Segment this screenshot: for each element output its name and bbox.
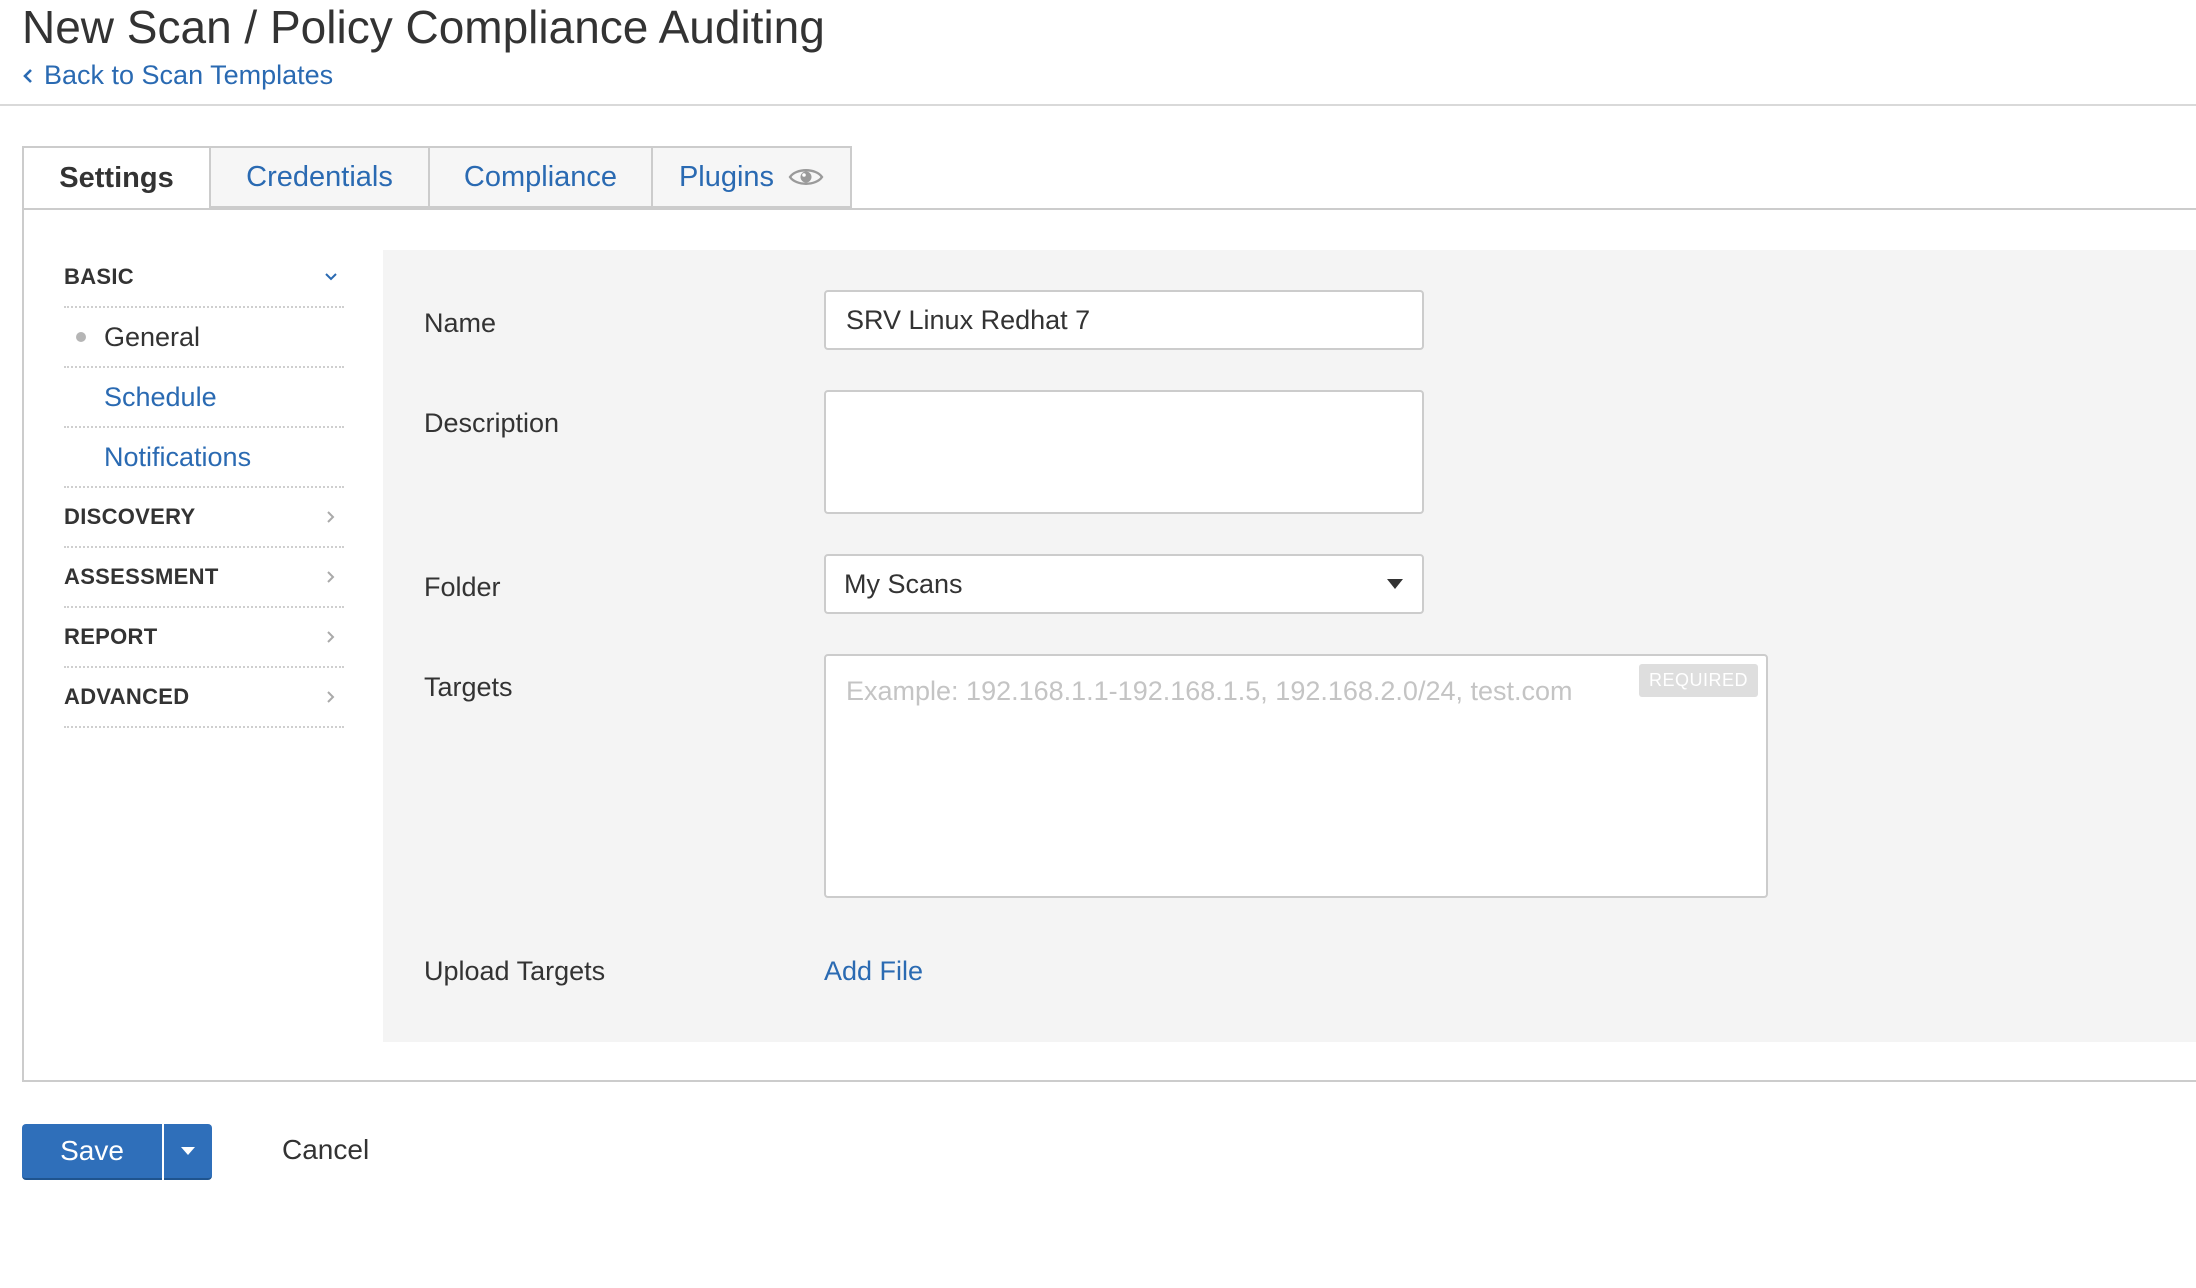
nav-item-notifications-label: Notifications [104, 441, 252, 472]
header-divider [0, 104, 2196, 106]
back-to-templates-link[interactable]: Back to Scan Templates [22, 60, 333, 91]
folder-select-value: My Scans [844, 568, 963, 599]
nav-section-label: BASIC [64, 264, 134, 289]
nav-section-label: DISCOVERY [64, 504, 196, 529]
required-badge: REQUIRED [1638, 664, 1758, 697]
save-button[interactable]: Save [22, 1124, 162, 1180]
current-item-dot-icon [76, 332, 86, 342]
tab-credentials[interactable]: Credentials [211, 146, 430, 208]
nav-section-label: ADVANCED [64, 684, 190, 709]
tab-bar: Settings Credentials Compliance Plugins [22, 146, 852, 210]
nav-section-label: REPORT [64, 624, 158, 649]
chevron-right-icon [327, 511, 335, 523]
targets-label: Targets [424, 672, 513, 702]
nav-section-advanced[interactable]: ADVANCED [64, 668, 344, 728]
page: New Scan / Policy Compliance Auditing Ba… [0, 0, 2196, 1288]
upload-targets-label: Upload Targets [424, 956, 606, 986]
back-link-label: Back to Scan Templates [44, 60, 334, 90]
nav-section-basic[interactable]: BASIC [64, 248, 344, 308]
name-label: Name [424, 308, 497, 338]
eye-icon[interactable] [788, 166, 824, 188]
chevron-right-icon [327, 691, 335, 703]
nav-section-report[interactable]: REPORT [64, 608, 344, 668]
page-title: New Scan / Policy Compliance Auditing [22, 1, 825, 53]
nav-section-assessment[interactable]: ASSESSMENT [64, 548, 344, 608]
tab-plugins-label: Plugins [678, 160, 775, 193]
name-input[interactable]: SRV Linux Redhat 7 [824, 290, 1424, 350]
tab-compliance-label: Compliance [463, 160, 618, 193]
chevron-left-icon [23, 68, 32, 83]
caret-down-icon [181, 1147, 195, 1155]
tab-plugins[interactable]: Plugins [653, 146, 852, 208]
nav-item-notifications[interactable]: Notifications [64, 428, 344, 488]
targets-textarea[interactable]: Example: 192.168.1.1-192.168.1.5, 192.16… [824, 654, 1768, 898]
save-options-dropdown-button[interactable] [164, 1124, 212, 1180]
nav-item-general[interactable]: General [64, 308, 344, 368]
settings-sidebar: BASIC General Schedule Notifications DIS… [64, 248, 344, 728]
chevron-right-icon [327, 631, 335, 643]
save-button-group: Save [22, 1124, 212, 1180]
folder-label: Folder [424, 572, 501, 602]
folder-select[interactable]: My Scans [824, 554, 1424, 614]
nav-item-schedule-label: Schedule [104, 381, 217, 412]
chevron-down-icon [325, 273, 337, 281]
cancel-button[interactable]: Cancel [282, 1134, 369, 1166]
nav-item-label: General [64, 322, 200, 353]
tab-settings-label: Settings [59, 161, 174, 194]
nav-section-label: ASSESSMENT [64, 564, 219, 589]
tab-settings[interactable]: Settings [22, 146, 211, 210]
tab-credentials-label: Credentials [246, 160, 393, 193]
nav-item-general-label: General [104, 321, 201, 352]
description-textarea[interactable] [824, 390, 1424, 514]
add-file-link[interactable]: Add File [824, 956, 923, 987]
targets-placeholder: Example: 192.168.1.1-192.168.1.5, 192.16… [846, 676, 1573, 706]
nav-section-discovery[interactable]: DISCOVERY [64, 488, 344, 548]
tab-compliance[interactable]: Compliance [430, 146, 653, 208]
description-label: Description [424, 408, 560, 438]
chevron-right-icon [327, 571, 335, 583]
nav-item-schedule[interactable]: Schedule [64, 368, 344, 428]
general-settings-form [383, 250, 2196, 1042]
caret-down-icon [1387, 579, 1403, 589]
